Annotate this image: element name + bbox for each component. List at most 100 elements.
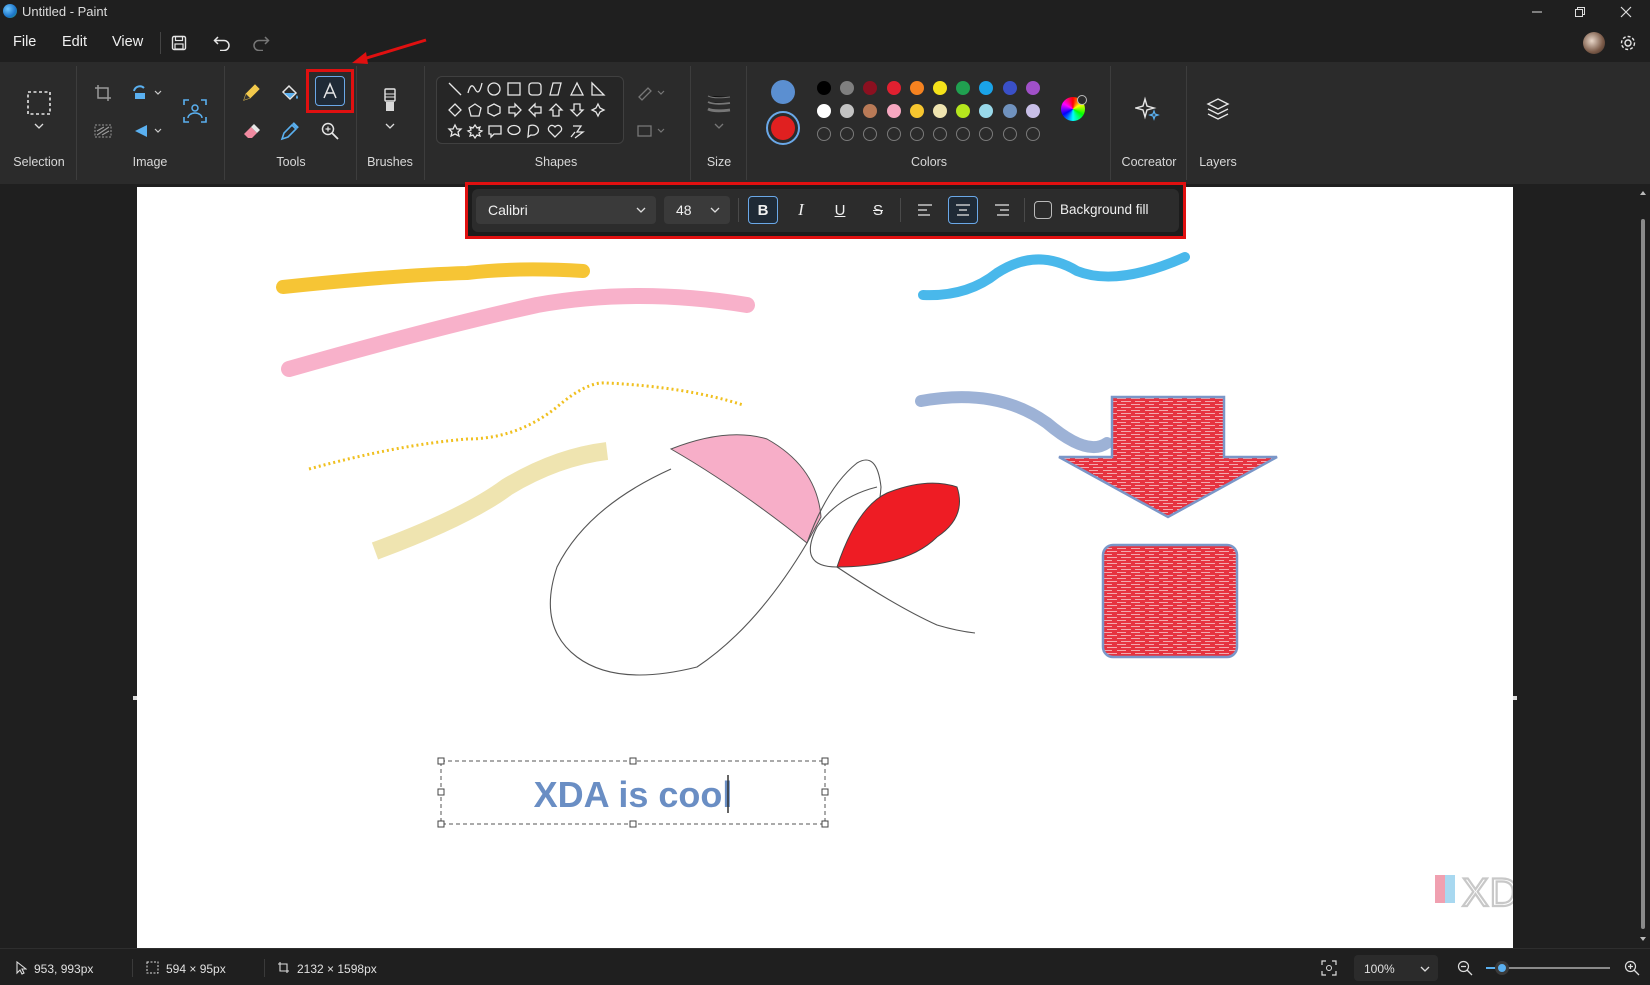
palette-color-swatch[interactable] <box>840 104 855 118</box>
custom-color-slot[interactable] <box>840 127 855 141</box>
menu-file[interactable]: File <box>13 34 36 50</box>
palette-color-swatch[interactable] <box>886 81 901 95</box>
close-button[interactable] <box>1603 0 1649 24</box>
zoom-out-icon[interactable] <box>1457 960 1473 976</box>
palette-color-swatch[interactable] <box>1002 104 1017 118</box>
palette-color-swatch[interactable] <box>817 81 831 95</box>
canvas-resize-handle-right[interactable] <box>1513 696 1517 700</box>
palette-color-swatch[interactable] <box>933 104 947 118</box>
canvas-resize-handle-left[interactable] <box>133 696 137 700</box>
custom-color-slot[interactable] <box>863 127 878 141</box>
font-size-dropdown[interactable]: 48 <box>664 196 730 224</box>
palette-color-swatch[interactable] <box>840 81 855 95</box>
shapes-gallery[interactable] <box>436 76 624 144</box>
background-fill-checkbox[interactable] <box>1034 201 1052 219</box>
account-avatar[interactable] <box>1583 32 1605 54</box>
drawing-canvas[interactable]: XDA is cool XDA <box>137 187 1513 948</box>
custom-color-slot[interactable] <box>956 127 971 141</box>
edit-colors-icon[interactable] <box>1061 95 1087 121</box>
menu-edit[interactable]: Edit <box>62 34 87 50</box>
palette-color-swatch[interactable] <box>979 81 994 95</box>
palette-color-swatch[interactable] <box>863 104 878 118</box>
background-fill-label[interactable]: Background fill <box>1060 202 1149 217</box>
eraser-icon[interactable] <box>236 116 266 146</box>
ribbon-separator <box>1110 66 1111 180</box>
strikethrough-button[interactable]: S <box>863 196 893 224</box>
undo-icon[interactable] <box>211 32 233 54</box>
font-family-value: Calibri <box>488 202 528 218</box>
custom-color-slot[interactable] <box>933 127 947 141</box>
restore-button[interactable] <box>1557 0 1603 24</box>
size-dropdown-chevron-down-icon <box>710 207 720 213</box>
settings-gear-icon[interactable] <box>1617 32 1639 54</box>
redo-icon[interactable] <box>250 32 272 54</box>
annotation-arrow <box>352 38 427 64</box>
strikethrough-icon: S <box>872 201 883 219</box>
custom-color-slot[interactable] <box>1025 127 1040 141</box>
palette-color-swatch[interactable] <box>1025 81 1040 95</box>
palette-color-swatch[interactable] <box>909 104 924 118</box>
text-tool-icon[interactable] <box>315 76 345 106</box>
flip-icon[interactable] <box>128 116 168 146</box>
group-label-shapes: Shapes <box>534 155 578 169</box>
palette-color-swatch[interactable] <box>863 81 878 95</box>
menu-divider <box>160 32 161 54</box>
zoom-slider-thumb[interactable] <box>1495 961 1509 975</box>
magnifier-icon[interactable] <box>315 116 345 146</box>
vertical-scrollbar[interactable] <box>1636 187 1650 948</box>
italic-button[interactable]: I <box>786 196 816 224</box>
zoom-dropdown[interactable]: 100% <box>1354 955 1438 981</box>
underline-button[interactable]: U <box>825 196 855 224</box>
align-center-button[interactable] <box>948 196 978 224</box>
secondary-color-swatch[interactable] <box>766 111 800 145</box>
palette-color-swatch[interactable] <box>1025 104 1040 118</box>
primary-color-swatch[interactable] <box>771 80 795 104</box>
palette-color-swatch[interactable] <box>909 81 924 95</box>
ribbon-separator <box>224 66 225 180</box>
ribbon-separator <box>76 66 77 180</box>
minimize-button[interactable] <box>1514 0 1560 24</box>
red-arrow-shape <box>1058 395 1278 519</box>
resize-icon[interactable] <box>128 78 168 108</box>
image-background-icon[interactable] <box>180 96 210 126</box>
palette-color-swatch[interactable] <box>886 104 901 118</box>
pencil-icon[interactable] <box>236 78 266 108</box>
rectangle-select-icon[interactable] <box>24 88 54 118</box>
palette-color-swatch[interactable] <box>817 104 831 118</box>
zoom-in-icon[interactable] <box>1624 960 1640 976</box>
brushes-chevron-down-icon[interactable] <box>375 118 405 134</box>
font-family-dropdown[interactable]: Calibri <box>476 196 656 224</box>
size-chevron-down-icon[interactable] <box>704 118 734 134</box>
palette-color-swatch[interactable] <box>979 104 994 118</box>
palette-color-swatch[interactable] <box>933 81 947 95</box>
fit-to-window-icon[interactable] <box>1321 960 1337 976</box>
color-picker-icon[interactable] <box>275 116 305 146</box>
custom-color-slot[interactable] <box>817 127 831 141</box>
freehand-line-tail <box>836 566 976 634</box>
cocreator-sparkle-icon[interactable] <box>1133 94 1163 124</box>
toolbar-divider <box>1024 198 1025 222</box>
brush-icon[interactable] <box>375 86 405 116</box>
line-size-icon[interactable] <box>704 88 734 118</box>
palette-color-swatch[interactable] <box>1002 81 1017 95</box>
align-right-button[interactable] <box>987 196 1017 224</box>
menu-view[interactable]: View <box>112 34 143 50</box>
fill-bucket-icon[interactable] <box>275 78 305 108</box>
bold-button[interactable]: B <box>748 196 778 224</box>
layers-icon[interactable] <box>1203 94 1233 124</box>
custom-color-slot[interactable] <box>909 127 924 141</box>
align-left-button[interactable] <box>910 196 940 224</box>
group-label-layers: Layers <box>1199 155 1237 169</box>
selection-chevron-down-icon[interactable] <box>24 118 54 134</box>
palette-color-swatch[interactable] <box>956 104 971 118</box>
select-all-icon[interactable] <box>88 116 118 146</box>
canvas-text[interactable]: XDA is cool <box>534 774 733 815</box>
crop-icon[interactable] <box>88 78 118 108</box>
custom-color-slot[interactable] <box>886 127 901 141</box>
custom-color-slot[interactable] <box>979 127 994 141</box>
palette-color-swatch[interactable] <box>956 81 971 95</box>
custom-color-slot[interactable] <box>1002 127 1017 141</box>
shape-fill-icon[interactable] <box>634 116 672 146</box>
save-icon[interactable] <box>168 32 190 54</box>
shape-outline-icon[interactable] <box>634 78 672 108</box>
